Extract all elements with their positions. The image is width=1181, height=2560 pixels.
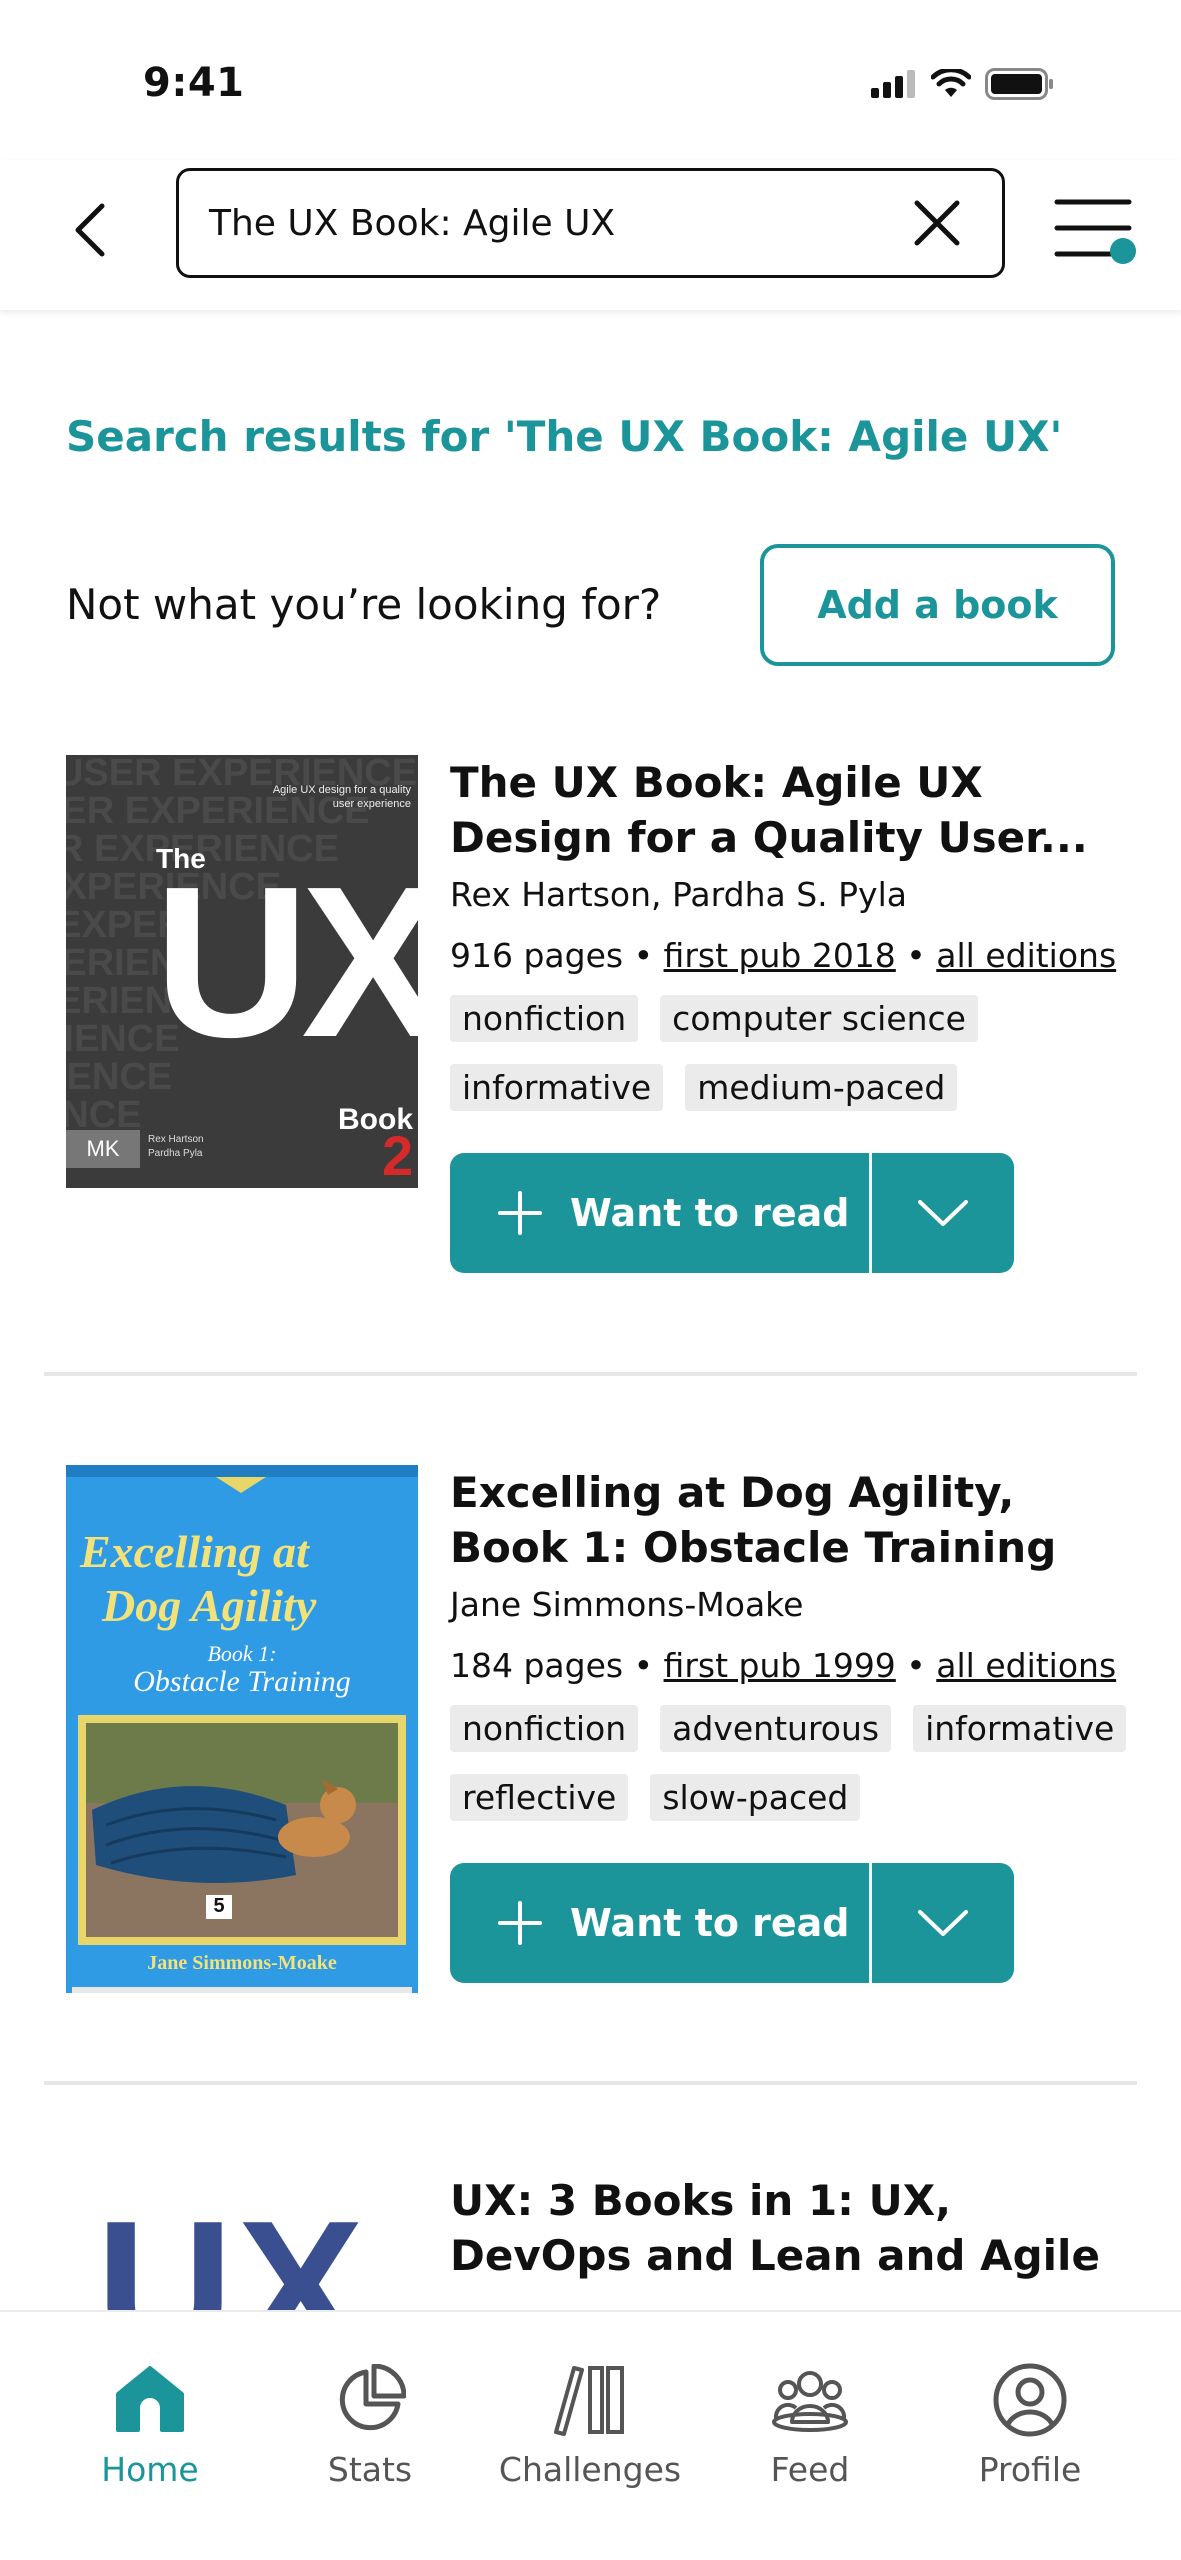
pie-chart-icon — [330, 2360, 410, 2440]
tab-label: Feed — [770, 2450, 850, 2489]
search-results-title: Search results for 'The UX Book: Agile U… — [66, 412, 1063, 461]
tag[interactable]: nonfiction — [450, 1705, 639, 1752]
cover-title-line1: Excelling at — [80, 1526, 309, 1577]
notification-dot — [1110, 238, 1136, 264]
want-to-read-button[interactable]: Want to read — [450, 1153, 869, 1273]
chevron-down-icon — [918, 1200, 968, 1226]
plus-icon — [498, 1191, 542, 1235]
signal-icon — [871, 70, 915, 98]
tag[interactable]: nonfiction — [450, 995, 639, 1042]
book-authors[interactable]: Jane Simmons-Moake — [450, 1585, 1130, 1624]
tab-profile[interactable]: Profile — [930, 2360, 1130, 2489]
page-count: 184 pages — [450, 1646, 624, 1685]
tab-label: Profile — [978, 2450, 1082, 2489]
book-cover[interactable]: Excelling at Dog Agility Book 1: Obstacl… — [66, 1465, 418, 1993]
book-cover[interactable]: USER EXPERIENCE SER EXPERIENCE R EXPERIE… — [66, 755, 418, 1188]
shelf-dropdown-button[interactable] — [872, 1153, 1014, 1273]
cover-edition-number: 2 — [382, 1124, 414, 1187]
book-info: Excelling at Dog Agility, Book 1: Obstac… — [450, 1465, 1130, 1983]
book-title[interactable]: Excelling at Dog Agility, Book 1: Obstac… — [450, 1465, 1130, 1575]
back-button[interactable] — [60, 190, 120, 270]
battery-icon — [985, 68, 1053, 100]
want-to-read-button-group: Want to read — [450, 1863, 1014, 1983]
chevron-down-icon — [918, 1910, 968, 1936]
all-editions-link[interactable]: all editions — [936, 936, 1116, 975]
search-query-text[interactable]: The UX Book: Agile UX — [209, 203, 902, 244]
cover-subtitle1: Book 1: — [207, 1641, 277, 1666]
book-info: The UX Book: Agile UX Design for a Quali… — [450, 755, 1130, 1273]
books-shelf-icon — [550, 2360, 630, 2440]
book-info: UX: 3 Books in 1: UX, DevOps and Lean an… — [450, 2173, 1130, 2283]
result-divider — [44, 1372, 1137, 1376]
tab-label: Home — [101, 2450, 199, 2489]
search-header: The UX Book: Agile UX — [0, 160, 1181, 310]
page-count: 916 pages — [450, 936, 624, 975]
button-divider — [869, 1863, 872, 1983]
plus-icon — [498, 1901, 542, 1945]
book-authors[interactable]: Rex Hartson, Pardha S. Pyla — [450, 875, 1130, 914]
want-to-read-label: Want to read — [570, 1901, 850, 1945]
want-to-read-label: Want to read — [570, 1191, 850, 1235]
tag[interactable]: medium-paced — [685, 1064, 958, 1111]
cover-word-ux: UX — [96, 2182, 368, 2310]
book-meta: 184 pages • first pub 1999 • all edition… — [450, 1646, 1117, 1685]
tab-home[interactable]: Home — [50, 2360, 250, 2489]
book-result: USER EXPERIENCE SER EXPERIENCE R EXPERIE… — [0, 755, 1181, 1315]
bottom-tab-bar: Home Stats Challenges Feed Profile — [0, 2310, 1181, 2560]
tab-stats[interactable]: Stats — [270, 2360, 470, 2489]
status-icons — [871, 68, 1055, 100]
cover-authors: Rex Hartson Pardha Pyla — [148, 1134, 204, 1159]
cover-word-ux: UX — [154, 841, 418, 1082]
book-cover[interactable]: UX — [66, 2173, 418, 2310]
people-icon — [770, 2360, 850, 2440]
cover-number: 5 — [213, 1895, 225, 1917]
status-time: 9:41 — [143, 60, 245, 106]
tag[interactable]: informative — [913, 1705, 1127, 1752]
tag[interactable]: computer science — [660, 995, 978, 1042]
cover-subtitle2: Obstacle Training — [133, 1665, 351, 1698]
tag-list: nonfiction computer science informative … — [450, 995, 1130, 1111]
result-divider — [44, 2081, 1137, 2085]
book-title[interactable]: UX: 3 Books in 1: UX, DevOps and Lean an… — [450, 2173, 1130, 2283]
first-pub-link[interactable]: first pub 2018 — [664, 936, 896, 975]
status-bar: 9:41 — [0, 0, 1181, 160]
tag[interactable]: adventurous — [660, 1705, 892, 1752]
user-circle-icon — [990, 2360, 1070, 2440]
not-found-prompt: Not what you’re looking for? — [66, 580, 662, 629]
all-editions-link[interactable]: all editions — [936, 1646, 1116, 1685]
tag[interactable]: slow-paced — [650, 1774, 861, 1821]
tag[interactable]: reflective — [450, 1774, 629, 1821]
shelf-dropdown-button[interactable] — [872, 1863, 1014, 1983]
book-result: UX UX: 3 Books in 1: UX, DevOps and Lean… — [0, 2173, 1181, 2310]
close-icon — [914, 200, 960, 246]
clear-search-button[interactable] — [902, 188, 972, 258]
cover-tagline: Agile UX design for a quality user exper… — [272, 784, 411, 810]
tab-challenges[interactable]: Challenges — [490, 2360, 690, 2489]
tag[interactable]: informative — [450, 1064, 664, 1111]
cover-author: Jane Simmons-Moake — [147, 1952, 337, 1974]
add-book-button[interactable]: Add a book — [760, 544, 1115, 666]
tab-label: Challenges — [498, 2450, 682, 2489]
book-title[interactable]: The UX Book: Agile UX Design for a Quali… — [450, 755, 1130, 865]
book-result: Excelling at Dog Agility Book 1: Obstacl… — [0, 1465, 1181, 2025]
book-meta: 916 pages • first pub 2018 • all edition… — [450, 936, 1117, 975]
want-to-read-button[interactable]: Want to read — [450, 1863, 869, 1983]
search-input[interactable]: The UX Book: Agile UX — [176, 168, 1005, 278]
wifi-icon — [931, 69, 971, 97]
home-icon — [110, 2360, 190, 2440]
tab-label: Stats — [327, 2450, 413, 2489]
want-to-read-button-group: Want to read — [450, 1153, 1014, 1273]
publisher-logo: MK — [66, 1130, 140, 1168]
chevron-left-icon — [75, 203, 105, 257]
button-divider — [869, 1153, 872, 1273]
tab-feed[interactable]: Feed — [710, 2360, 910, 2489]
first-pub-link[interactable]: first pub 1999 — [664, 1646, 896, 1685]
tag-list: nonfiction adventurous informative refle… — [450, 1705, 1130, 1821]
cover-title-line2: Dog Agility — [102, 1580, 317, 1631]
